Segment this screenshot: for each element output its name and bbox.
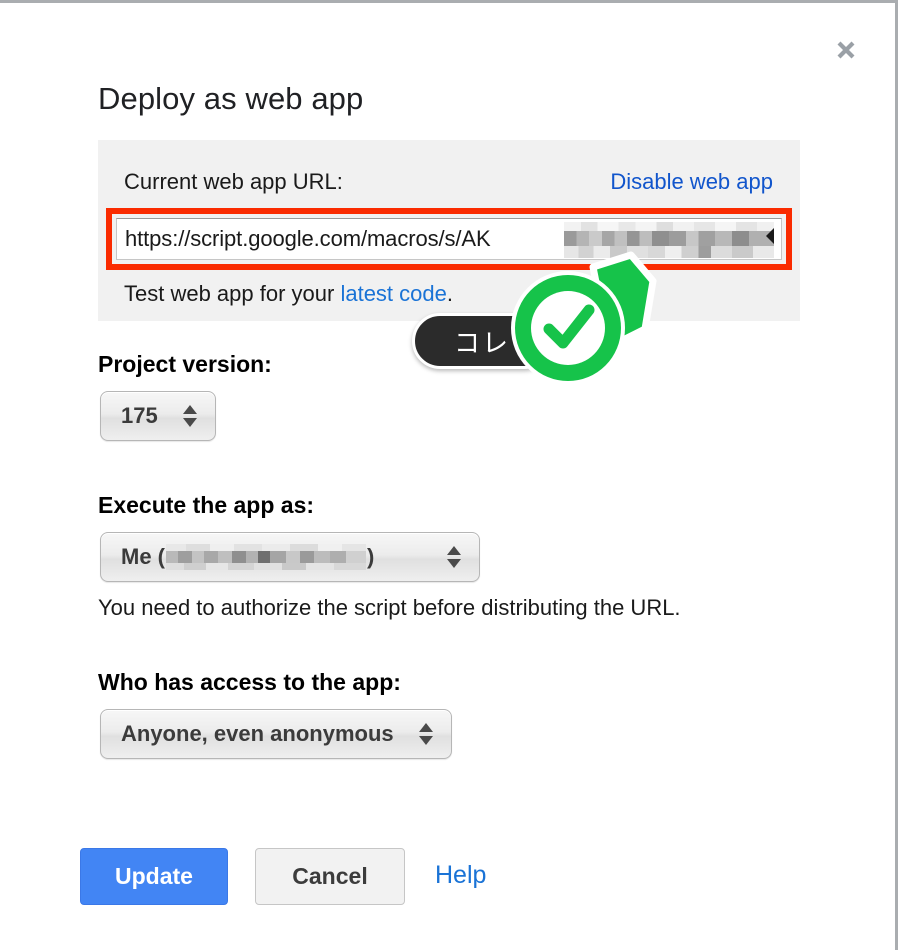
disable-web-app-link[interactable]: Disable web app: [610, 169, 773, 195]
execute-as-select[interactable]: Me (): [100, 532, 480, 582]
execute-as-value: Me (): [101, 544, 374, 570]
page-title: Deploy as web app: [98, 81, 364, 116]
deploy-web-app-dialog: Deploy as web app Current web app URL: D…: [0, 0, 898, 950]
annotation-pill: コレ: [412, 313, 552, 369]
email-redacted-region: [166, 544, 366, 570]
execute-as-suffix: ): [367, 544, 375, 569]
execute-as-heading: Execute the app as:: [98, 492, 315, 518]
latest-code-link[interactable]: latest code: [340, 281, 446, 306]
chevron-updown-icon: [447, 546, 461, 568]
execute-as-prefix: Me (: [121, 544, 165, 569]
cancel-button[interactable]: Cancel: [255, 848, 405, 905]
help-link[interactable]: Help: [435, 861, 486, 890]
project-version-select[interactable]: 175: [100, 391, 216, 441]
access-select[interactable]: Anyone, even anonymous: [100, 709, 452, 759]
project-version-value: 175: [121, 403, 158, 428]
access-heading: Who has access to the app:: [98, 669, 401, 695]
test-web-app-note: Test web app for your latest code.: [124, 281, 453, 307]
test-web-app-suffix: .: [446, 281, 453, 306]
authorize-note: You need to authorize the script before …: [98, 595, 681, 620]
project-version-heading: Project version:: [98, 351, 272, 377]
annotation-pill-label: コレ: [453, 328, 510, 359]
chevron-updown-icon: [419, 723, 433, 745]
url-redacted-region: [564, 222, 774, 258]
web-app-url-input[interactable]: https://script.google.com/macros/s/AK: [116, 218, 782, 260]
chevron-updown-icon: [183, 405, 197, 427]
update-button[interactable]: Update: [80, 848, 228, 905]
test-web-app-prefix: Test web app for your: [124, 281, 341, 306]
access-value: Anyone, even anonymous: [121, 721, 394, 746]
web-app-url-value: https://script.google.com/macros/s/AK: [125, 226, 491, 251]
current-url-panel: Current web app URL: Disable web app htt…: [98, 140, 800, 321]
current-url-label: Current web app URL:: [124, 169, 343, 194]
close-icon[interactable]: [827, 31, 865, 69]
text-caret-icon: [766, 228, 774, 244]
